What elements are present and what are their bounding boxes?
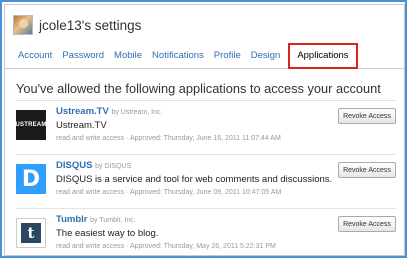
divider [16,154,396,155]
settings-header: jcole13's settings [13,13,141,37]
app-access-level: read and write access [56,135,125,142]
app-developer: by Ustream, Inc. [111,109,163,116]
app-details: Tumblr by Tumblr, Inc. The easiest way t… [56,214,326,250]
app-details: DISQUS by DISQUS DISQUS is a service and… [56,160,333,196]
app-access-level: read and write access [56,189,125,196]
app-meta: read and write access · Approved: Thursd… [56,135,326,142]
app-approved-date: Approved: Thursday, May 26, 2011 5:22:31… [129,243,276,250]
tab-account[interactable]: Account [13,50,57,68]
app-name-link[interactable]: Tumblr [56,214,88,225]
app-meta: read and write access · Approved: Thursd… [56,243,326,250]
avatar[interactable] [13,15,33,35]
tab-notifications[interactable]: Notifications [147,50,209,68]
list-item: D DISQUS by DISQUS DISQUS is a service a… [16,160,396,206]
tab-mobile[interactable]: Mobile [109,50,147,68]
app-approved-date: Approved: Thursday, June 09, 2011 10:47:… [129,189,282,196]
tab-profile[interactable]: Profile [209,50,246,68]
revoke-access-button[interactable]: Revoke Access [338,162,396,178]
app-approved-date: Approved: Thursday, June 16, 2011 11:07:… [129,135,281,142]
settings-panel: jcole13's settings Account Password Mobi… [4,4,405,256]
app-name-link[interactable]: Ustream.TV [56,106,109,117]
revoke-access-button[interactable]: Revoke Access [338,108,396,124]
window-frame: jcole13's settings Account Password Mobi… [0,0,407,258]
app-title-line: DISQUS by DISQUS [56,160,326,171]
tab-design[interactable]: Design [246,50,286,68]
revoke-access-button[interactable]: Revoke Access [338,216,396,232]
section-heading: You've allowed the following application… [16,81,381,96]
app-description: DISQUS is a service and tool for web com… [56,174,333,185]
tab-applications[interactable]: Applications [288,43,358,69]
divider [16,100,396,101]
app-title-line: Tumblr by Tumblr, Inc. [56,214,326,225]
disqus-logo-icon: D [16,164,46,194]
app-description: Ustream.TV [56,120,107,131]
app-access-level: read and write access [56,243,125,250]
app-details: Ustream.TV by Ustream, Inc. Ustream.TV r… [56,106,326,142]
app-title-line: Ustream.TV by Ustream, Inc. [56,106,326,117]
app-name-link[interactable]: DISQUS [56,160,92,171]
settings-tabs: Account Password Mobile Notifications Pr… [5,43,404,69]
tumblr-logo-glyph: t [21,223,41,243]
tumblr-logo-icon: t [16,218,46,248]
tab-password[interactable]: Password [57,50,109,68]
app-developer: by Tumblr, Inc. [90,217,136,224]
ustream-logo-icon: USTREAM [15,110,46,140]
app-developer: by DISQUS [95,163,132,170]
app-meta: read and write access · Approved: Thursd… [56,189,326,196]
app-description: The easiest way to blog. [56,228,159,239]
divider [16,208,396,209]
list-item: t Tumblr by Tumblr, Inc. The easiest way… [16,214,396,255]
list-item: USTREAM Ustream.TV by Ustream, Inc. Ustr… [15,106,396,152]
page-title: jcole13's settings [39,17,142,33]
